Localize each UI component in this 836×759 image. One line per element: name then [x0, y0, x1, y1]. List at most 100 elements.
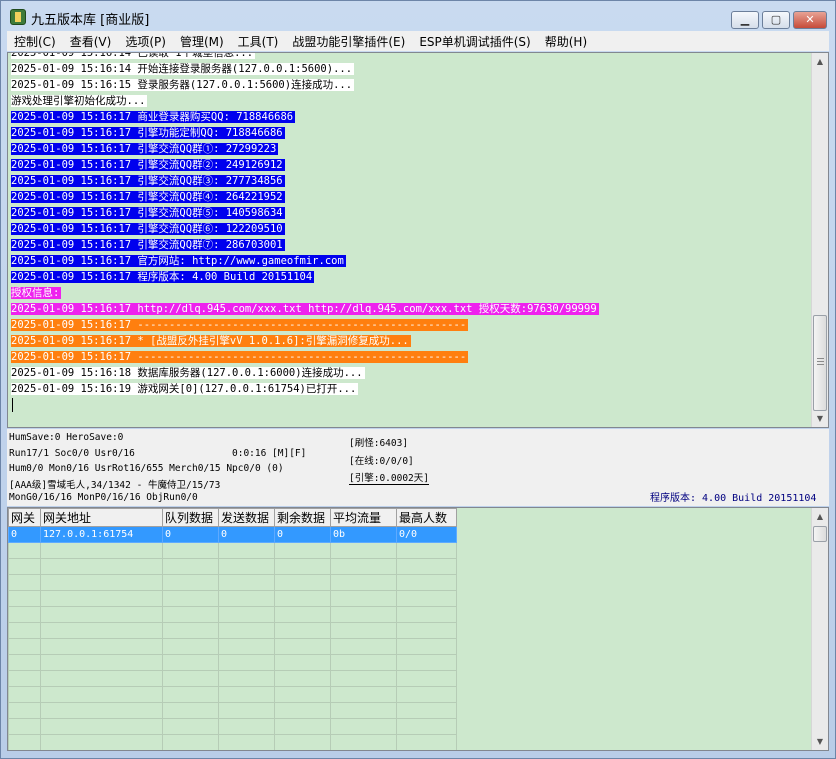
- empty-table-row: [8, 590, 457, 607]
- log-line: 2025-01-09 15:16:17 引擎交流QQ群⑦: 286703001: [11, 237, 811, 253]
- col-max-users[interactable]: 最高人数: [396, 508, 457, 527]
- empty-table-cell: [218, 622, 275, 639]
- log-line-text: 2025-01-09 15:16:17 http://dlq.945.com/x…: [11, 303, 599, 315]
- empty-table-cell: [8, 542, 41, 559]
- scroll-down-arrow-icon[interactable]: ▼: [812, 410, 828, 427]
- empty-table-cell: [162, 542, 219, 559]
- menu-tools[interactable]: 工具(T): [231, 33, 286, 50]
- empty-table-cell: [330, 574, 397, 591]
- empty-table-cell: [396, 718, 457, 735]
- status-engine: [引擎:0.0002天]: [349, 470, 429, 485]
- empty-table-cell: [218, 574, 275, 591]
- empty-table-cell: [8, 558, 41, 575]
- empty-table-cell: [8, 670, 41, 687]
- empty-table-cell: [330, 590, 397, 607]
- table-cell: 0: [8, 526, 41, 543]
- close-button[interactable]: ✕: [793, 11, 827, 29]
- table-row[interactable]: 0 127.0.0.1:61754 0 0 0 0b 0/0: [8, 526, 457, 543]
- status-mon-run: MonG0/16/16 MonP0/16/16 ObjRun0/0: [9, 492, 198, 503]
- status-save: HumSave:0 HeroSave:0: [9, 432, 124, 443]
- log-line: 2025-01-09 15:16:17 引擎交流QQ群②: 249126912: [11, 157, 811, 173]
- empty-table-cell: [218, 606, 275, 623]
- col-send-data[interactable]: 发送数据: [218, 508, 275, 527]
- menu-esp-debug-plugin[interactable]: ESP单机调试插件(S): [412, 33, 537, 50]
- table-cell: 0: [274, 526, 331, 543]
- log-line: 2025-01-09 15:16:14 开始连接登录服务器(127.0.0.1:…: [11, 61, 811, 77]
- log-line: 2025-01-09 15:16:17 * [战盟反外挂引擎vV 1.0.1.6…: [11, 333, 811, 349]
- menu-help[interactable]: 帮助(H): [538, 33, 594, 50]
- status-uptime: 0:0:16 [M][F]: [232, 448, 307, 459]
- empty-table-cell: [218, 734, 275, 750]
- col-queue-data[interactable]: 队列数据: [162, 508, 219, 527]
- empty-table-cell: [396, 542, 457, 559]
- empty-table-cell: [330, 702, 397, 719]
- empty-table-cell: [8, 574, 41, 591]
- empty-table-cell: [274, 574, 331, 591]
- log-line: 2025-01-09 15:16:17 商业登录器购买QQ: 718846686: [11, 109, 811, 125]
- menu-view[interactable]: 查看(V): [63, 33, 119, 50]
- col-average-traffic[interactable]: 平均流量: [330, 508, 397, 527]
- empty-table-cell: [274, 590, 331, 607]
- empty-table-cell: [40, 542, 163, 559]
- empty-table-cell: [396, 734, 457, 750]
- empty-table-cell: [274, 622, 331, 639]
- menu-engine-plugin[interactable]: 战盟功能引擎插件(E): [285, 33, 412, 50]
- empty-table-row: [8, 734, 457, 750]
- window-title: 九五版本库 [商业版]: [31, 13, 150, 28]
- empty-table-cell: [40, 670, 163, 687]
- empty-table-row: [8, 542, 457, 559]
- log-line-text: 2025-01-09 15:16:17 --------------------…: [11, 351, 469, 363]
- log-line: 2025-01-09 15:16:17 http://dlq.945.com/x…: [11, 301, 811, 317]
- log-line-text: 2025-01-09 15:16:17 引擎交流QQ群④: 264221952: [11, 191, 285, 203]
- log-line-text: 2025-01-09 15:16:17 引擎交流QQ群②: 249126912: [11, 159, 285, 171]
- empty-table-row: [8, 638, 457, 655]
- log-line-text: 2025-01-09 15:16:15 登录服务器(127.0.0.1:5600…: [11, 79, 355, 91]
- empty-table-cell: [40, 590, 163, 607]
- empty-table-cell: [218, 542, 275, 559]
- empty-table-cell: [396, 686, 457, 703]
- status-refresh: [刷怪:6403]: [349, 438, 409, 449]
- maximize-button[interactable]: ▢: [762, 11, 790, 29]
- table-scroll-up-arrow-icon[interactable]: ▲: [812, 508, 828, 525]
- empty-table-cell: [396, 670, 457, 687]
- log-line-text: 2025-01-09 15:16:17 --------------------…: [11, 319, 469, 331]
- empty-table-cell: [162, 734, 219, 750]
- minimize-button[interactable]: ▁: [731, 11, 759, 29]
- empty-table-cell: [162, 638, 219, 655]
- scroll-up-arrow-icon[interactable]: ▲: [812, 53, 828, 70]
- empty-table-cell: [330, 686, 397, 703]
- col-remaining-data[interactable]: 剩余数据: [274, 508, 331, 527]
- log-line-text: 2025-01-09 15:16:19 游戏网关[0](127.0.0.1:61…: [11, 383, 359, 395]
- table-scroll-down-arrow-icon[interactable]: ▼: [812, 733, 828, 750]
- log-line: 2025-01-09 15:16:17 程序版本: 4.00 Build 201…: [11, 269, 811, 285]
- menu-options[interactable]: 选项(P): [118, 33, 173, 50]
- menu-manage[interactable]: 管理(M): [173, 33, 231, 50]
- log-line-text: 2025-01-09 15:16:17 引擎交流QQ群⑥: 122209510: [11, 223, 285, 235]
- log-scrollbar[interactable]: ▲ ▼: [811, 53, 828, 427]
- empty-table-cell: [330, 638, 397, 655]
- col-gateway-address[interactable]: 网关地址: [40, 508, 163, 527]
- menu-control[interactable]: 控制(C): [7, 33, 63, 50]
- title-bar[interactable]: 九五版本库 [商业版] ▁ ▢ ✕: [1, 1, 835, 31]
- empty-table-cell: [274, 734, 331, 750]
- log-line-text: 授权信息:: [11, 287, 62, 299]
- gateway-table[interactable]: 网关 网关地址 队列数据 发送数据 剩余数据 平均流量 最高人数 0 127.0.…: [7, 507, 829, 751]
- log-line: 2025-01-09 15:16:19 游戏网关[0](127.0.0.1:61…: [11, 381, 811, 397]
- log-line-text: 2025-01-09 15:16:17 引擎交流QQ群③: 277734856: [11, 175, 285, 187]
- table-cell: 0: [218, 526, 275, 543]
- empty-table-cell: [162, 558, 219, 575]
- empty-table-cell: [40, 558, 163, 575]
- log-line-text: 2025-01-09 15:16:17 引擎交流QQ群⑤: 140598634: [11, 207, 285, 219]
- log-panel[interactable]: 2025-01-09 15:16:14 已读取 1个城堡信息... 2025-01…: [7, 52, 829, 428]
- empty-table-cell: [330, 718, 397, 735]
- empty-table-cell: [396, 574, 457, 591]
- table-scrollbar[interactable]: ▲ ▼: [811, 508, 828, 750]
- empty-table-cell: [396, 622, 457, 639]
- empty-table-cell: [162, 670, 219, 687]
- log-scroll-thumb[interactable]: [813, 315, 827, 411]
- status-online: [在线:0/0/0]: [349, 456, 414, 467]
- empty-table-cell: [274, 670, 331, 687]
- empty-table-cell: [40, 622, 163, 639]
- table-scroll-thumb[interactable]: [813, 526, 827, 542]
- col-gateway[interactable]: 网关: [8, 508, 41, 527]
